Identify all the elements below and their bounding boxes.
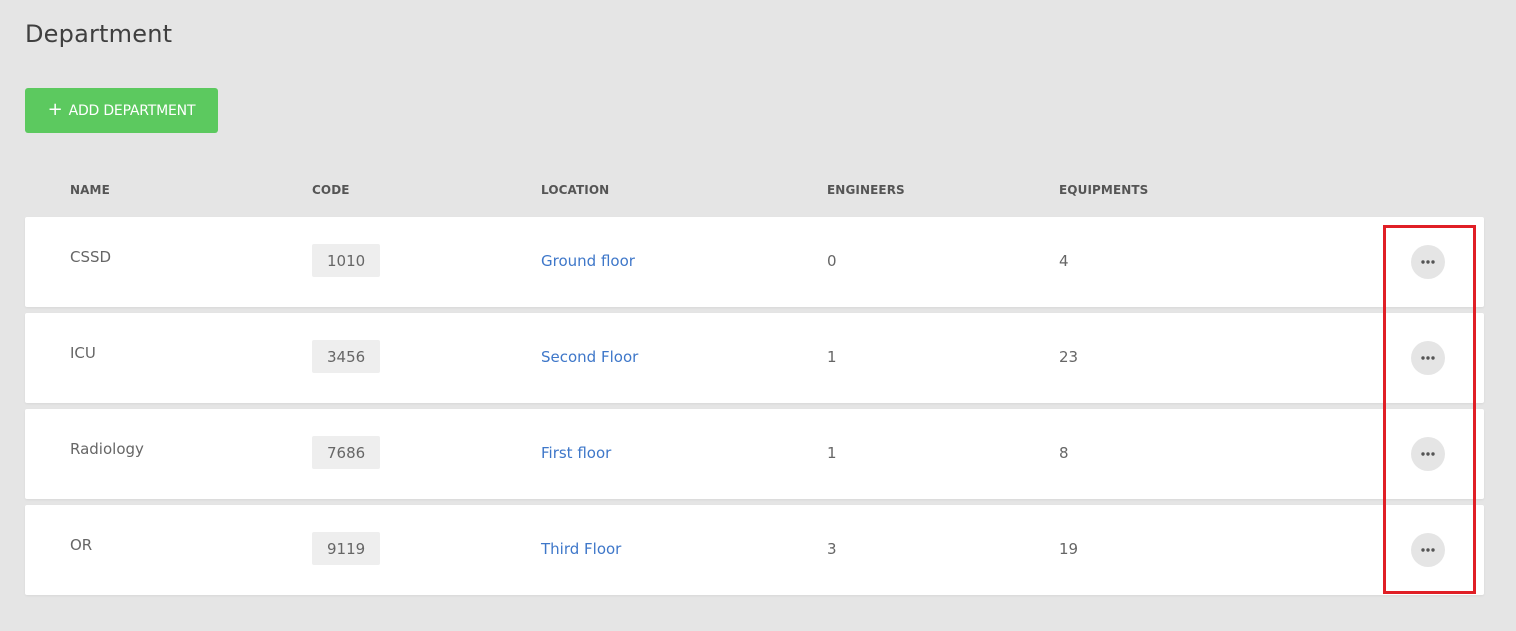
page-title: Department [25,20,173,48]
column-header-engineers: ENGINEERS [827,183,905,197]
column-header-equipments: EQUIPMENTS [1059,183,1149,197]
equipments-count: 23 [1059,348,1079,366]
more-horizontal-icon [1421,452,1435,456]
department-name: Radiology [70,440,144,458]
location-link[interactable]: First floor [541,443,611,463]
table-header: NAME CODE LOCATION ENGINEERS EQUIPMENTS [25,180,1484,200]
department-name: CSSD [70,248,112,266]
table-row: Radiology 7686 First floor 1 8 [25,409,1484,499]
add-department-label: ADD DEPARTMENT [68,102,196,119]
department-code: 3456 [312,340,381,373]
equipments-count: 8 [1059,444,1069,462]
engineers-count: 3 [827,540,837,558]
department-name: ICU [70,344,96,362]
engineers-count: 1 [827,444,837,462]
table-row: OR 9119 Third Floor 3 19 [25,505,1484,595]
row-actions-button[interactable] [1411,533,1445,567]
add-department-button[interactable]: + ADD DEPARTMENT [25,88,218,133]
location-link[interactable]: Ground floor [541,251,635,271]
row-actions-button[interactable] [1411,341,1445,375]
department-name: OR [70,536,93,554]
row-actions-button[interactable] [1411,245,1445,279]
location-link[interactable]: Third Floor [541,539,621,559]
table-row: ICU 3456 Second Floor 1 23 [25,313,1484,403]
row-actions-button[interactable] [1411,437,1445,471]
more-horizontal-icon [1421,356,1435,360]
engineers-count: 1 [827,348,837,366]
column-header-name: NAME [70,183,110,197]
more-horizontal-icon [1421,548,1435,552]
table-row: CSSD 1010 Ground floor 0 4 [25,217,1484,307]
department-code: 9119 [312,532,381,565]
more-horizontal-icon [1421,260,1435,264]
equipments-count: 4 [1059,252,1069,270]
department-code: 7686 [312,436,381,469]
column-header-location: LOCATION [541,183,610,197]
column-header-code: CODE [312,183,350,197]
department-code: 1010 [312,244,381,277]
location-link[interactable]: Second Floor [541,347,638,367]
engineers-count: 0 [827,252,837,270]
plus-icon: + [47,98,63,120]
equipments-count: 19 [1059,540,1079,558]
